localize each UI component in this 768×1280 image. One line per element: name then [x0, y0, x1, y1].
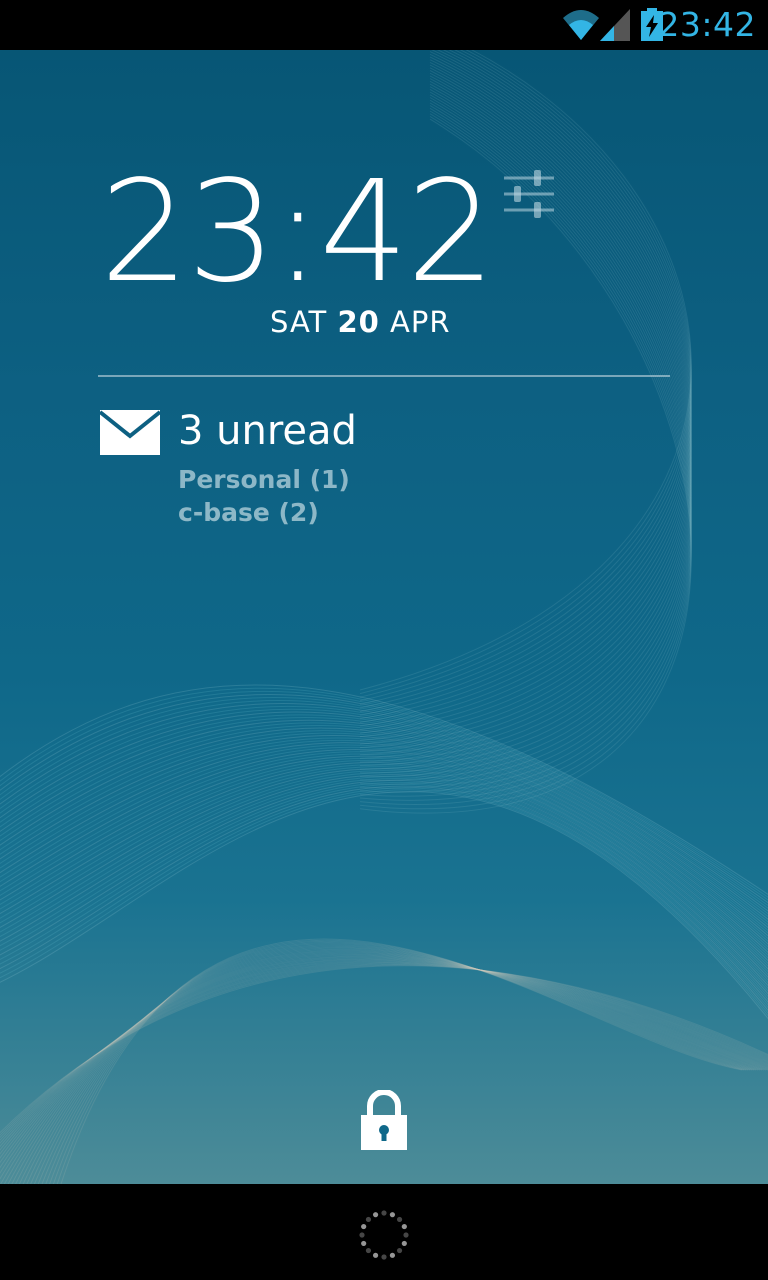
clock-month: APR	[390, 305, 451, 339]
unread-count: 3 unread	[178, 408, 357, 454]
divider	[98, 375, 670, 377]
navigation-bar	[0, 1184, 768, 1280]
clock-day: SAT	[270, 305, 328, 339]
signal-icon	[600, 9, 630, 41]
status-bar: 23:42	[0, 0, 768, 50]
status-time: 23:42	[658, 5, 756, 44]
wifi-icon	[563, 10, 599, 40]
sliders-icon[interactable]	[502, 168, 556, 222]
loading-spinner-icon	[359, 1210, 409, 1260]
clock-date: SAT 20 APR	[270, 302, 451, 342]
clock-date-number: 20	[337, 305, 380, 339]
lockscreen[interactable]: 23:42 SAT 20 APR 3 unread Personal (1) c…	[0, 50, 768, 1184]
mail-account-item: c-base (2)	[178, 498, 319, 527]
mail-account-item: Personal (1)	[178, 465, 350, 494]
clock-time: 23:42	[100, 151, 495, 314]
lock-icon[interactable]	[359, 1090, 409, 1152]
mail-icon	[100, 410, 160, 455]
